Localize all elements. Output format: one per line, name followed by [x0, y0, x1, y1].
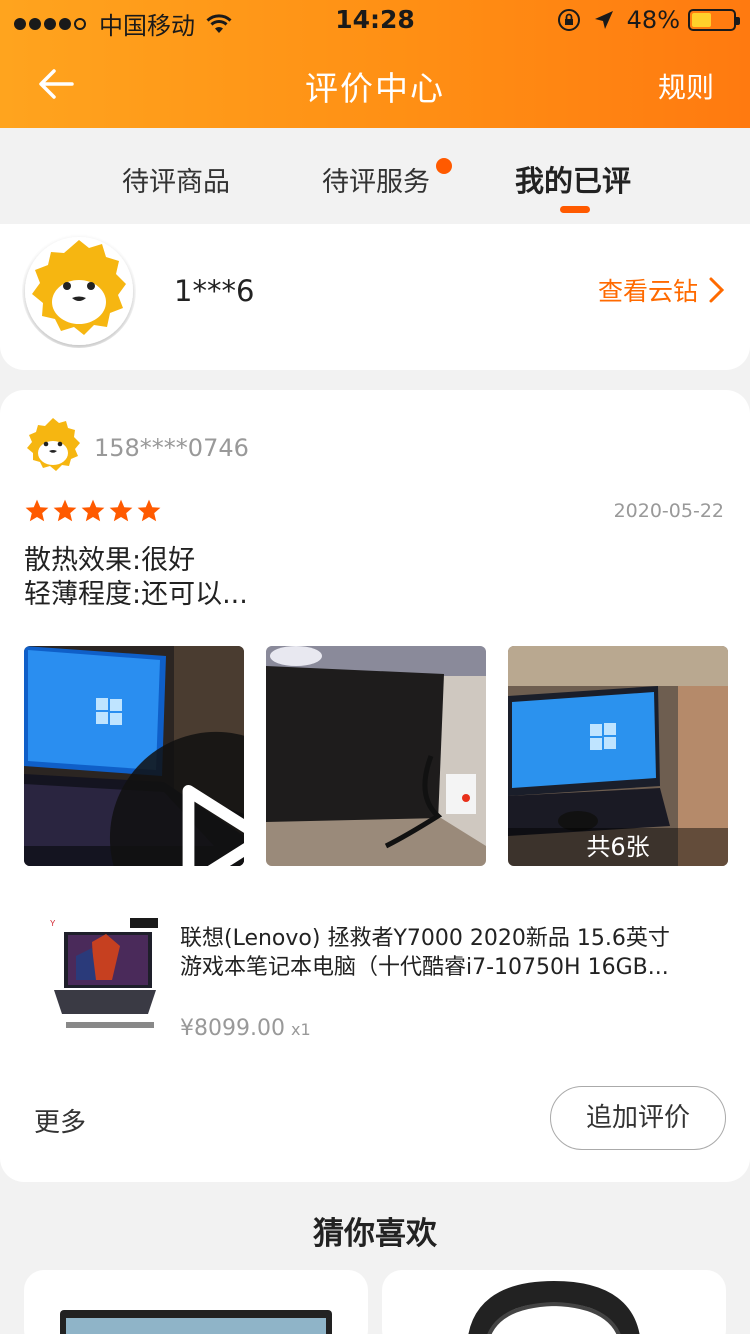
tab-pending-services[interactable]: 待评服务 [322, 160, 430, 199]
reviewer-avatar [27, 418, 80, 471]
svg-text:Y: Y [50, 919, 56, 928]
battery-icon [688, 9, 740, 31]
chevron-right-icon [709, 277, 725, 303]
recommend-item[interactable] [382, 1270, 726, 1334]
star-rating [24, 498, 164, 524]
product-price-row: ¥8099.00 x1 [180, 1016, 311, 1041]
recommend-headphones-image [468, 1280, 640, 1334]
lion-avatar [25, 237, 133, 345]
rules-link[interactable]: 规则 [658, 66, 714, 106]
play-icon[interactable] [106, 728, 244, 866]
unread-badge-dot [436, 158, 452, 174]
star-icon [81, 499, 105, 522]
photo-count-label: 共6张 [508, 828, 728, 866]
review-photo[interactable] [266, 646, 486, 866]
star-icon [25, 499, 49, 522]
rotation-lock-icon [557, 9, 580, 31]
append-review-button[interactable]: 追加评价 [550, 1086, 726, 1150]
header: 中国移动 14:28 48% 评价中心 规则 [0, 0, 750, 128]
product-thumbnail[interactable]: Y [46, 916, 162, 1036]
review-line: 散热效果:很好 [24, 545, 196, 576]
view-cloud-diamond-link[interactable]: 查看云钻 [598, 272, 726, 308]
view-cloud-diamond-label: 查看云钻 [597, 277, 698, 306]
tab-my-reviews[interactable]: 我的已评 [515, 158, 631, 200]
recommend-laptop-image [60, 1310, 332, 1334]
star-icon [137, 499, 161, 522]
laptop-photo [266, 646, 486, 866]
product-title-line: 联想(Lenovo) 拯救者Y7000 2020新品 15.6英寸 [180, 926, 670, 951]
location-icon [594, 11, 613, 29]
review-line: 轻薄程度:还可以... [24, 579, 248, 610]
more-button[interactable]: 更多 [34, 1102, 86, 1139]
product-title-line: 游戏本笔记本电脑（十代酷睿i7-10750H 16GB... [180, 955, 669, 980]
review-card: 158****0746 2020-05-22 散热效果:很好 轻薄程度:还可以.… [0, 390, 750, 1182]
user-card: 1***6 查看云钻 [0, 224, 750, 370]
review-date: 2020-05-22 [613, 500, 724, 522]
recommend-item[interactable] [24, 1270, 368, 1334]
product-title[interactable]: 联想(Lenovo) 拯救者Y7000 2020新品 15.6英寸 游戏本笔记本… [180, 924, 710, 982]
star-icon [53, 499, 77, 522]
review-photo-more[interactable]: 共6张 [508, 646, 728, 866]
tab-bar: 待评商品 待评服务 我的已评 [0, 128, 750, 224]
active-tab-indicator [560, 206, 590, 213]
product-price: ¥8099.00 [180, 1016, 285, 1041]
reviewer-name: 158****0746 [94, 434, 249, 462]
page-title: 评价中心 [305, 69, 445, 108]
tab-pending-products[interactable]: 待评商品 [122, 160, 230, 199]
review-photo-video[interactable] [24, 646, 244, 866]
product-quantity: x1 [290, 1020, 311, 1039]
battery-percent: 48% [626, 6, 680, 34]
recommend-title: 猜你喜欢 [313, 1216, 437, 1252]
status-bar: 中国移动 14:28 48% [0, 0, 750, 40]
star-icon [109, 499, 133, 522]
review-text: 散热效果:很好 轻薄程度:还可以... [24, 544, 248, 612]
user-name: 1***6 [174, 274, 255, 308]
